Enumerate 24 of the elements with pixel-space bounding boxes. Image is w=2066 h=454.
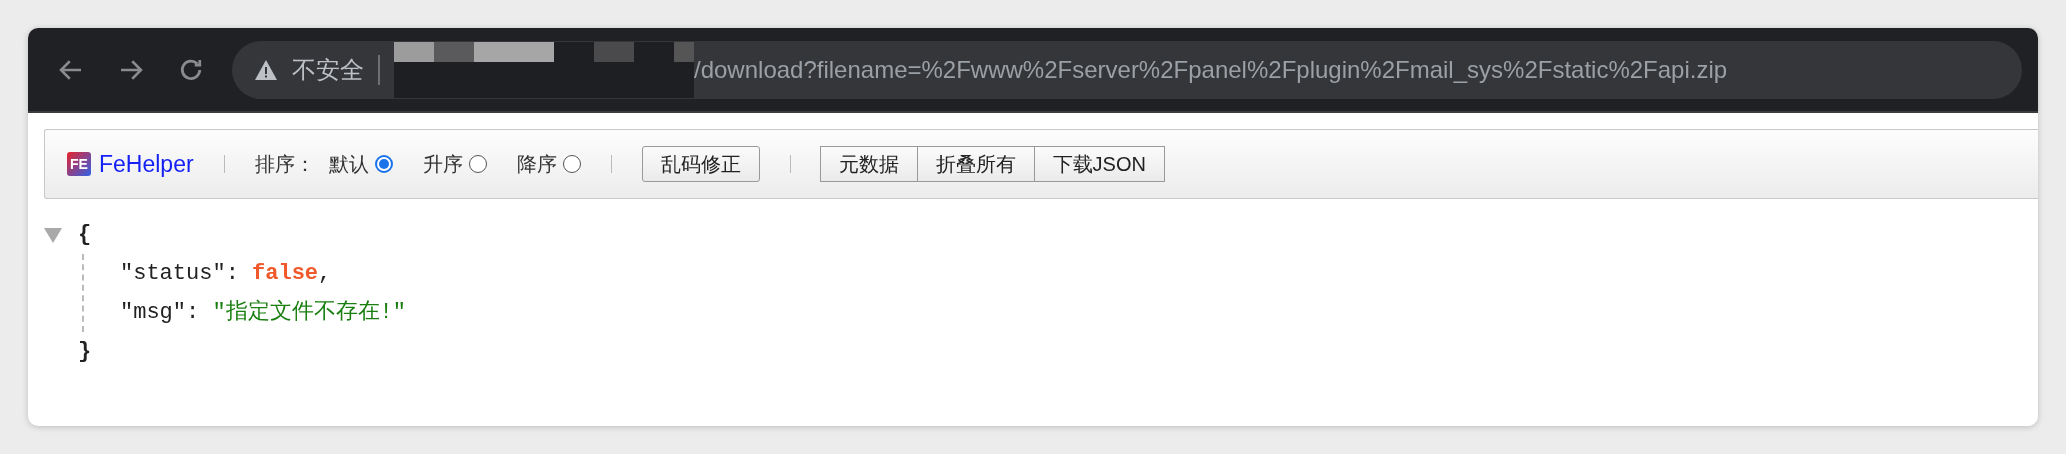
sort-label: 排序：	[254, 151, 315, 177]
warning-icon	[254, 58, 278, 81]
json-colon: :	[186, 299, 200, 327]
sort-option[interactable]: 降序	[516, 150, 581, 178]
collapse-toggle[interactable]	[44, 228, 62, 243]
json-key: "msg"	[120, 293, 186, 332]
logo-text: FeHelper	[99, 150, 194, 178]
open-brace: {	[78, 221, 93, 249]
toolbar-button[interactable]: 下载JSON	[1033, 146, 1165, 182]
logo-mark: FE	[67, 152, 91, 176]
json-value: "指定文件不存在!"	[212, 298, 407, 327]
json-key: "status"	[120, 254, 226, 293]
address-bar[interactable]: 不安全 /download?filename=%2Fwww%2Fserver%2Fpanel%2Fplugin%2Fmail_sys%2Fstatic%2Fapi.zip	[232, 40, 2022, 99]
json-comma: ,	[318, 260, 332, 288]
url-text: /download?filename=%2Fwww%2Fserver%2Fpanel%2Fplugin%2Fmail_sys%2Fstatic%2Fapi.zip	[694, 55, 1728, 84]
security-label: 不安全	[292, 54, 364, 85]
json-colon: :	[225, 260, 239, 288]
toolbar-button[interactable]: 折叠所有	[916, 146, 1035, 182]
sort-option[interactable]: 默认	[328, 150, 393, 178]
close-brace: }	[78, 338, 93, 366]
toolbar-button[interactable]: 元数据	[819, 146, 918, 182]
json-value: false	[252, 260, 319, 288]
fix-encoding-button[interactable]: 乱码修正	[641, 146, 760, 182]
sort-option[interactable]: 升序	[422, 150, 487, 178]
